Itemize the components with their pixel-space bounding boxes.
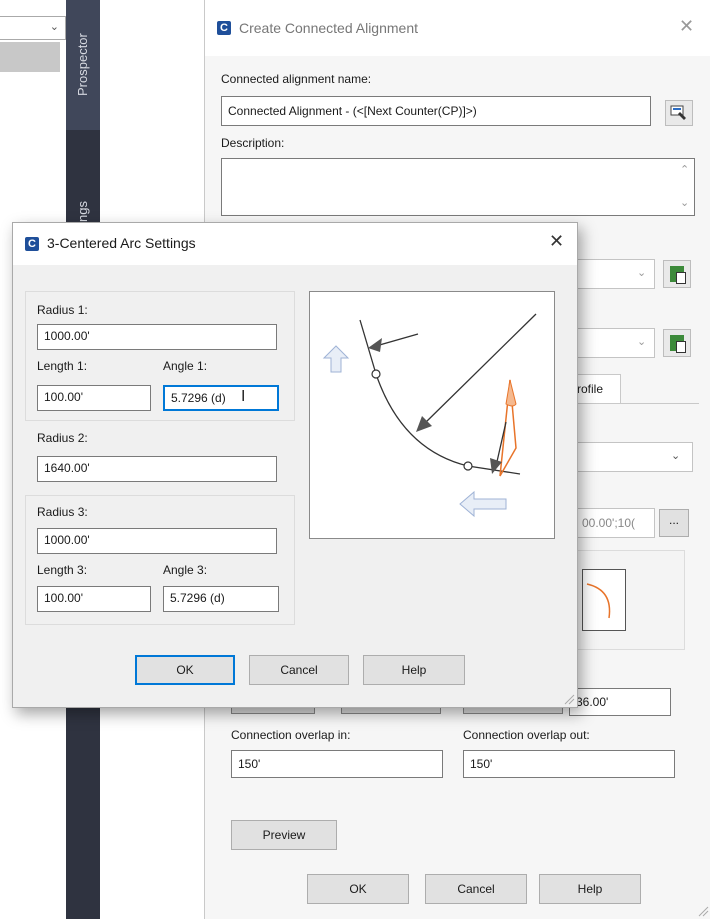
radius3-input[interactable]: 1000.00': [37, 528, 277, 554]
close-icon[interactable]: ✕: [549, 231, 564, 252]
ok-button[interactable]: OK: [307, 874, 409, 904]
tab-profile-label: rofile: [577, 382, 604, 396]
settings-tab-label: ngs: [75, 201, 90, 222]
chevron-down-icon: ⌄: [671, 449, 681, 462]
pick-alignment-1-button[interactable]: [663, 260, 691, 288]
chevron-down-icon: ⌄: [49, 20, 59, 33]
overlap-out-label: Connection overlap out:: [463, 728, 590, 742]
scroll-down-icon[interactable]: ⌄: [680, 196, 689, 209]
overlap-in-input[interactable]: 150': [231, 750, 443, 778]
radius2-label: Radius 2:: [37, 431, 88, 445]
radius-out-input[interactable]: 36.00': [569, 688, 671, 716]
length1-input[interactable]: 100.00': [37, 385, 151, 411]
ok-button[interactable]: OK: [135, 655, 235, 685]
left-selected-row[interactable]: [0, 42, 60, 72]
tab-profile[interactable]: rofile: [575, 374, 621, 404]
preview-button[interactable]: Preview: [231, 820, 337, 850]
edit-name-icon: [670, 105, 686, 120]
radius2-input[interactable]: 1640.00': [37, 456, 277, 482]
scroll-up-icon[interactable]: ⌃: [680, 163, 689, 176]
length3-input[interactable]: 100.00': [37, 586, 151, 612]
overlap-in-label: Connection overlap in:: [231, 728, 351, 742]
radius1-label: Radius 1:: [37, 303, 88, 317]
arc-diagram: [309, 291, 555, 539]
resize-grip-icon[interactable]: [697, 905, 709, 917]
angle1-input[interactable]: 5.7296 (d): [163, 385, 279, 411]
pick-alignment-2-button[interactable]: [663, 329, 691, 357]
pick-from-drawing-icon: [670, 335, 686, 353]
description-label: Description:: [221, 136, 285, 150]
chevron-down-icon: ⌄: [637, 266, 647, 279]
title-bar: C 3-Centered Arc Settings ✕: [13, 223, 577, 265]
pick-from-drawing-icon: [670, 266, 686, 284]
name-template-button[interactable]: [665, 100, 693, 126]
text-cursor-icon: I: [241, 387, 246, 405]
name-input[interactable]: Connected Alignment - (<[Next Counter(CP…: [221, 96, 651, 126]
angle1-label: Angle 1:: [163, 359, 208, 373]
angle3-input[interactable]: 5.7296 (d): [163, 586, 279, 612]
radius1-input[interactable]: 1000.00': [37, 324, 277, 350]
resize-grip-icon[interactable]: [563, 693, 575, 705]
preview-thumbnail: [582, 569, 626, 631]
dialog-title: Create Connected Alignment: [239, 20, 418, 36]
title-bar: C Create Connected Alignment ✕: [205, 0, 710, 56]
description-input[interactable]: [221, 158, 695, 216]
help-button[interactable]: Help: [539, 874, 641, 904]
station-range-input[interactable]: 00.00';10(: [575, 508, 655, 538]
close-icon[interactable]: ✕: [679, 16, 694, 37]
radius3-label: Radius 3:: [37, 505, 88, 519]
tab-divider: [565, 403, 699, 404]
angle3-label: Angle 3:: [163, 563, 208, 577]
left-dropdown[interactable]: ⌄: [0, 16, 66, 40]
name-label: Connected alignment name:: [221, 72, 372, 86]
three-centered-arc-settings-dialog: C 3-Centered Arc Settings ✕ Radius 1: 10…: [12, 222, 578, 708]
chevron-down-icon: ⌄: [637, 335, 647, 348]
station-range-more-button[interactable]: ...: [659, 509, 689, 537]
length1-label: Length 1:: [37, 359, 88, 373]
cancel-button[interactable]: Cancel: [249, 655, 349, 685]
dialog-title: 3-Centered Arc Settings: [47, 235, 196, 251]
civil3d-logo-icon: C: [25, 237, 39, 251]
civil3d-logo-icon: C: [217, 21, 231, 35]
overlap-out-input[interactable]: 150': [463, 750, 675, 778]
length3-label: Length 3:: [37, 563, 88, 577]
prospector-tab-label: Prospector: [75, 33, 90, 96]
cancel-button[interactable]: Cancel: [425, 874, 527, 904]
preview-curve-icon: [586, 583, 611, 619]
preview-thumbnail-frame: [565, 550, 685, 650]
help-button[interactable]: Help: [363, 655, 465, 685]
three-centered-arc-diagram: [322, 313, 537, 518]
